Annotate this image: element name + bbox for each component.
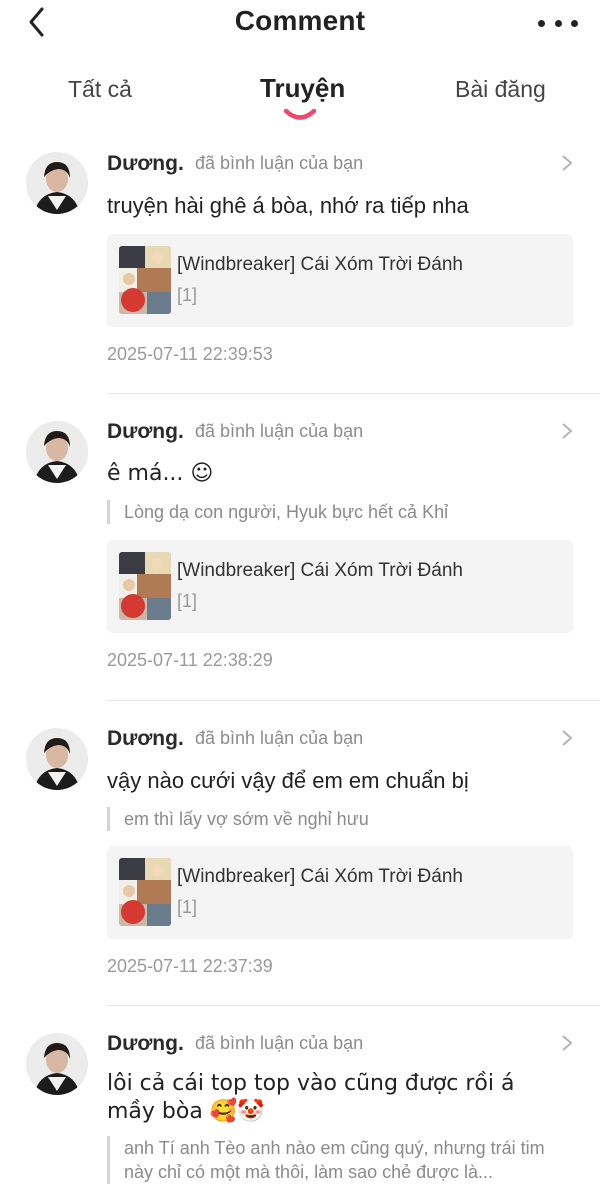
user-avatar-image [26, 421, 88, 483]
user-avatar-image [26, 728, 88, 790]
action-text: đã bình luận của bạn [195, 728, 364, 748]
username[interactable]: Dương. [107, 727, 184, 751]
comment-feed: Dương. đã bình luận của bạn truyện hài g… [0, 132, 600, 1193]
quoted-comment: em thì lấy vợ sớm về nghỉ hưu [107, 807, 567, 831]
chevron-right-icon[interactable] [560, 728, 574, 748]
comment-timestamp: 2025-07-11 22:37:39 [107, 956, 273, 976]
chevron-right-icon[interactable] [560, 421, 574, 441]
story-chapter: [1] [177, 285, 198, 305]
page-title: Comment [234, 5, 366, 36]
quoted-comment: Lòng dạ con người, Hyuk bực hết cả Khỉ [107, 500, 567, 524]
action-text: đã bình luận của bạn [195, 421, 364, 441]
comment-item[interactable]: Dương. đã bình luận của bạn vậy nào cưới… [0, 701, 600, 1006]
comment-item[interactable]: Dương. đã bình luận của bạn lôi cả cái t… [0, 1006, 600, 1193]
more-options-button[interactable] [538, 10, 578, 36]
story-title: [Windbreaker] Cái Xóm Trời Đánh [177, 866, 463, 887]
comment-item[interactable]: Dương. đã bình luận của bạn ê má... ☺ Lò… [0, 394, 600, 701]
more-dot-icon [554, 19, 562, 27]
comment-item[interactable]: Dương. đã bình luận của bạn truyện hài g… [0, 132, 600, 394]
username[interactable]: Dương. [107, 1032, 184, 1056]
comment-text: ê má... ☺ [107, 461, 214, 486]
username[interactable]: Dương. [107, 152, 184, 176]
tab-all[interactable]: Tất cả [68, 76, 132, 103]
chevron-right-icon[interactable] [560, 153, 574, 173]
action-text: đã bình luận của bạn [195, 1033, 364, 1053]
story-card[interactable]: [Windbreaker] Cái Xóm Trời Đánh [1] [107, 846, 573, 939]
tab-posts[interactable]: Bài đăng [455, 76, 546, 103]
avatar[interactable] [26, 152, 88, 214]
more-dot-icon [571, 19, 578, 27]
username[interactable]: Dương. [107, 420, 184, 444]
user-avatar-image [26, 152, 88, 214]
story-cover-image [119, 552, 171, 620]
avatar[interactable] [26, 421, 88, 483]
avatar[interactable] [26, 1033, 88, 1095]
story-card[interactable]: [Windbreaker] Cái Xóm Trời Đánh [1] [107, 540, 573, 633]
active-tab-indicator [283, 108, 317, 120]
story-chapter: [1] [177, 897, 198, 917]
comment-timestamp: 2025-07-11 22:38:29 [107, 650, 273, 670]
chevron-right-icon[interactable] [560, 1033, 574, 1053]
user-avatar-image [26, 1033, 88, 1095]
story-title: [Windbreaker] Cái Xóm Trời Đánh [177, 560, 463, 581]
more-dot-icon [538, 19, 545, 27]
comment-text: vậy nào cưới vậy để em em chuẩn bị [107, 768, 469, 793]
action-text: đã bình luận của bạn [195, 153, 364, 173]
comment-timestamp: 2025-07-11 22:39:53 [107, 344, 273, 364]
comment-text: lôi cả cái top top vào cũng được rồi á m… [107, 1071, 515, 1124]
story-cover-image [119, 858, 171, 926]
tab-bar: Tất cả Truyện Bài đăng [0, 60, 600, 130]
quoted-comment: anh Tí anh Tèo anh nào em cũng quý, nhưn… [107, 1136, 565, 1184]
story-title: [Windbreaker] Cái Xóm Trời Đánh [177, 254, 463, 275]
tab-stories[interactable]: Truyện [260, 73, 345, 104]
story-chapter: [1] [177, 591, 198, 611]
top-bar: Comment [0, 0, 600, 46]
avatar[interactable] [26, 728, 88, 790]
story-card[interactable]: [Windbreaker] Cái Xóm Trời Đánh [1] [107, 234, 573, 327]
comment-text: truyện hài ghê á bòa, nhớ ra tiếp nha [107, 193, 469, 218]
story-cover-image [119, 246, 171, 314]
